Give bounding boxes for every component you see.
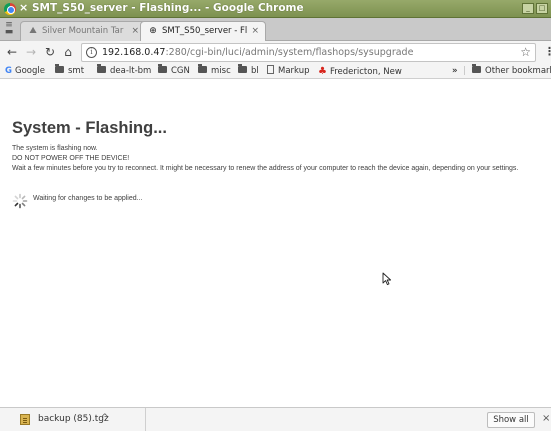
tab-close-icon[interactable]: × — [251, 22, 259, 41]
tab-strip: ≡ ▬ ⛰ Silver Mountain Tar × ⊕ SMT_S50_serve… — [0, 18, 551, 42]
power-warning: DO NOT POWER OFF THE DEVICE! — [12, 155, 130, 162]
url-text[interactable]: 192.168.0.47:280/cgi-bin/luci/admin/syst… — [102, 47, 413, 58]
chrome-icon — [4, 3, 16, 15]
bookmark-google[interactable]: G Google — [5, 65, 45, 78]
tab-silver-mountain[interactable]: ⛰ Silver Mountain Tar × — [20, 21, 146, 41]
page-icon — [267, 65, 274, 74]
browser-toolbar: ← → ↻ ⌂ i 192.168.0.47:280/cgi-bin/luci/… — [0, 41, 551, 64]
bookmarks-overflow-button[interactable]: » — [452, 65, 458, 78]
waiting-status: Waiting for changes to be applied... — [33, 195, 143, 202]
maximize-button[interactable]: □ — [536, 3, 548, 14]
other-bookmarks[interactable]: Other bookmarks — [472, 64, 551, 78]
forward-arrow-icon[interactable]: → — [24, 44, 38, 60]
folder-icon — [238, 64, 247, 73]
bookmark-smt[interactable]: smt — [55, 64, 84, 78]
bookmark-dea-lt-bm[interactable]: dea-lt-bm — [97, 64, 151, 78]
bookmark-star-icon[interactable]: ☆ — [520, 45, 531, 59]
page-content: System - Flashing... The system is flash… — [0, 80, 551, 407]
bookmarks-divider: | — [463, 66, 466, 76]
globe-icon: ⊕ — [149, 26, 157, 36]
window-title: SMT_S50_server - Flashing... - Google Ch… — [32, 2, 304, 14]
reload-icon[interactable]: ↻ — [43, 44, 57, 60]
folder-icon — [198, 64, 207, 73]
home-icon[interactable]: ⌂ — [61, 44, 75, 60]
tab-label: SMT_S50_server - Fl — [162, 26, 248, 36]
minimize-button[interactable]: _ — [522, 3, 534, 14]
chrome-menu-icon[interactable]: ⋮ — [544, 45, 551, 58]
titlebar-close-icon[interactable]: × — [19, 1, 28, 14]
folder-icon — [158, 64, 167, 73]
folder-icon — [472, 64, 481, 73]
bookmark-misc[interactable]: misc — [198, 64, 231, 78]
download-filename[interactable]: backup (85).tgz — [38, 414, 109, 424]
archive-file-icon — [20, 414, 30, 425]
bookmark-bl[interactable]: bl — [238, 64, 259, 78]
bookmark-markup[interactable]: Markup — [267, 65, 309, 78]
maple-leaf-icon: ♣ — [318, 66, 327, 77]
chevron-up-icon[interactable]: ^ — [101, 413, 109, 423]
mouse-pointer-icon — [382, 272, 392, 286]
page-title: System - Flashing... — [12, 119, 167, 137]
address-bar[interactable]: i 192.168.0.47:280/cgi-bin/luci/admin/sy… — [81, 43, 536, 62]
bookmark-fredericton[interactable]: ♣ Fredericton, New — [318, 65, 402, 79]
mountain-icon: ⛰ — [29, 26, 37, 36]
folder-icon — [55, 64, 64, 73]
folder-icon — [97, 64, 106, 73]
show-all-button[interactable]: Show all — [487, 412, 535, 428]
flashing-message: The system is flashing now. — [12, 145, 98, 152]
loading-spinner-icon — [12, 193, 28, 209]
tab-close-icon[interactable]: × — [131, 22, 139, 41]
info-icon[interactable]: i — [86, 47, 97, 58]
download-item[interactable]: backup (85).tgz ^ — [0, 408, 146, 431]
tab-search-icon[interactable]: ≡ ▬ — [4, 21, 14, 37]
tab-label: Silver Mountain Tar — [42, 26, 124, 36]
reconnect-instructions: Wait a few minutes before you try to rec… — [12, 165, 519, 172]
back-arrow-icon[interactable]: ← — [5, 44, 19, 60]
tab-smt-server[interactable]: ⊕ SMT_S50_server - Fl × — [140, 21, 266, 42]
close-icon[interactable]: × — [542, 413, 550, 424]
google-icon: G — [5, 66, 12, 76]
window-titlebar: × SMT_S50_server - Flashing... - Google … — [0, 0, 551, 18]
bookmarks-bar: G Google smt dea-lt-bm CGN misc bl Markup… — [0, 64, 551, 79]
bookmark-cgn[interactable]: CGN — [158, 64, 190, 78]
download-shelf: backup (85).tgz ^ Show all × — [0, 407, 551, 431]
